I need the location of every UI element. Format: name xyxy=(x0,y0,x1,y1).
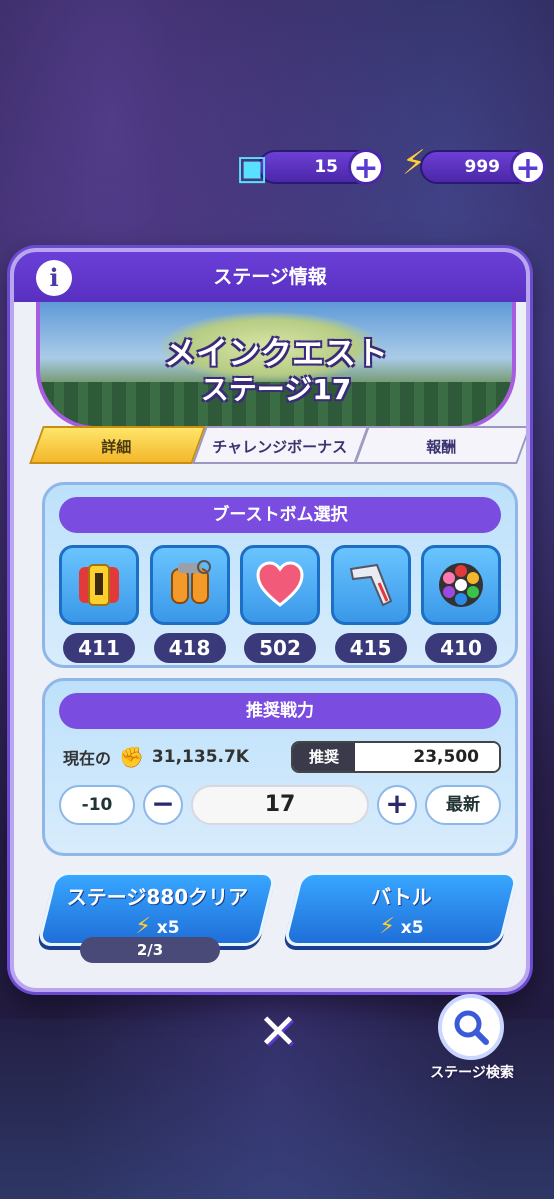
bomb-count: 418 xyxy=(153,633,226,663)
power-row: 現在の ✊ 31,135.7K 推奨 23,500 xyxy=(45,729,515,773)
jetpack-bomb-icon xyxy=(149,545,230,625)
stage-clear-cost: x5 xyxy=(156,918,180,938)
current-power-label: 現在の xyxy=(63,749,112,768)
energy-counter: 999 + xyxy=(420,149,546,186)
add-energy-button[interactable]: + xyxy=(510,149,546,186)
boost-bomb-section: ブーストボム選択 411 418 502 415 410 xyxy=(42,482,518,668)
minus-10-button[interactable]: -10 xyxy=(59,785,135,825)
battle-cost: x5 xyxy=(400,918,424,938)
bomb-item-jetpack[interactable]: 418 xyxy=(149,545,230,663)
search-icon xyxy=(454,1010,489,1045)
ticket-counter: 15 + xyxy=(258,149,384,186)
tab-challenge-bonus-label: チャレンジボーナス xyxy=(211,438,347,456)
bomb-item-battery[interactable]: 411 xyxy=(59,545,139,663)
banner-subtitle: ステージ17 xyxy=(200,373,352,406)
stage-stepper: -10 − 17 + 最新 xyxy=(45,773,515,825)
heart-bomb-icon xyxy=(240,545,320,625)
bomb-count: 410 xyxy=(425,633,497,663)
recommended-power-title: 推奨戦力 xyxy=(59,693,501,729)
lightning-icon: ⚡ xyxy=(135,914,151,939)
lightning-icon: ⚡ xyxy=(379,914,395,939)
lightning-icon: ⚡ xyxy=(402,143,426,183)
bomb-list: 411 418 502 415 410 xyxy=(45,533,515,663)
add-ticket-button[interactable]: + xyxy=(348,149,384,186)
fist-icon: ✊ xyxy=(119,745,144,769)
battle-label: バトル xyxy=(371,885,432,909)
color-wheel-bomb-icon xyxy=(421,545,501,625)
bomb-count: 415 xyxy=(334,633,407,663)
stage-number-field[interactable]: 17 xyxy=(191,785,369,825)
clear-progress-badge: 2/3 xyxy=(80,937,220,963)
tab-bar: 詳細 チャレンジボーナス 報酬 xyxy=(29,426,526,464)
plus-button[interactable]: + xyxy=(377,785,417,825)
stage-clear-button[interactable]: ステージ880クリア ⚡ x5 xyxy=(36,872,278,946)
panel-title: ステージ情報 xyxy=(14,252,526,302)
tab-details-label: 詳細 xyxy=(101,438,132,456)
recommended-power-section: 推奨戦力 現在の ✊ 31,135.7K 推奨 23,500 -10 − 17 … xyxy=(42,678,518,856)
energy-count: 999 xyxy=(464,157,501,177)
stage-banner: メインクエスト ステージ17 xyxy=(36,302,516,430)
boomerang-bomb-icon xyxy=(330,545,411,625)
tab-rewards[interactable]: 報酬 xyxy=(354,426,526,464)
tab-challenge-bonus[interactable]: チャレンジボーナス xyxy=(191,426,369,464)
tab-rewards-label: 報酬 xyxy=(426,438,457,456)
minus-button[interactable]: − xyxy=(143,785,183,825)
tab-details[interactable]: 詳細 xyxy=(29,426,206,464)
bomb-count: 502 xyxy=(244,633,316,663)
bomb-item-color-wheel[interactable]: 410 xyxy=(421,545,501,663)
ticket-count: 15 xyxy=(314,157,338,177)
bomb-item-heart[interactable]: 502 xyxy=(240,545,320,663)
latest-button[interactable]: 最新 xyxy=(425,785,501,825)
stage-clear-label: ステージ880クリア xyxy=(66,885,249,909)
stage-search-button[interactable] xyxy=(438,994,504,1060)
battle-button[interactable]: バトル ⚡ x5 xyxy=(282,872,520,946)
info-icon[interactable]: i xyxy=(36,260,72,296)
recommended-value: 23,500 xyxy=(355,743,499,771)
stage-search-label: ステージ検索 xyxy=(430,1065,514,1081)
recommended-label: 推奨 xyxy=(293,743,355,771)
recommended-power-box: 推奨 23,500 xyxy=(291,741,501,773)
battery-bomb-icon xyxy=(59,545,139,625)
current-power-value: 31,135.7K xyxy=(151,747,249,767)
ticket-icon: ▣ xyxy=(236,148,269,188)
bomb-item-boomerang[interactable]: 415 xyxy=(330,545,411,663)
bomb-count: 411 xyxy=(63,633,135,663)
boost-bomb-title: ブーストボム選択 xyxy=(59,497,501,533)
close-icon[interactable]: ✕ xyxy=(256,1008,300,1056)
